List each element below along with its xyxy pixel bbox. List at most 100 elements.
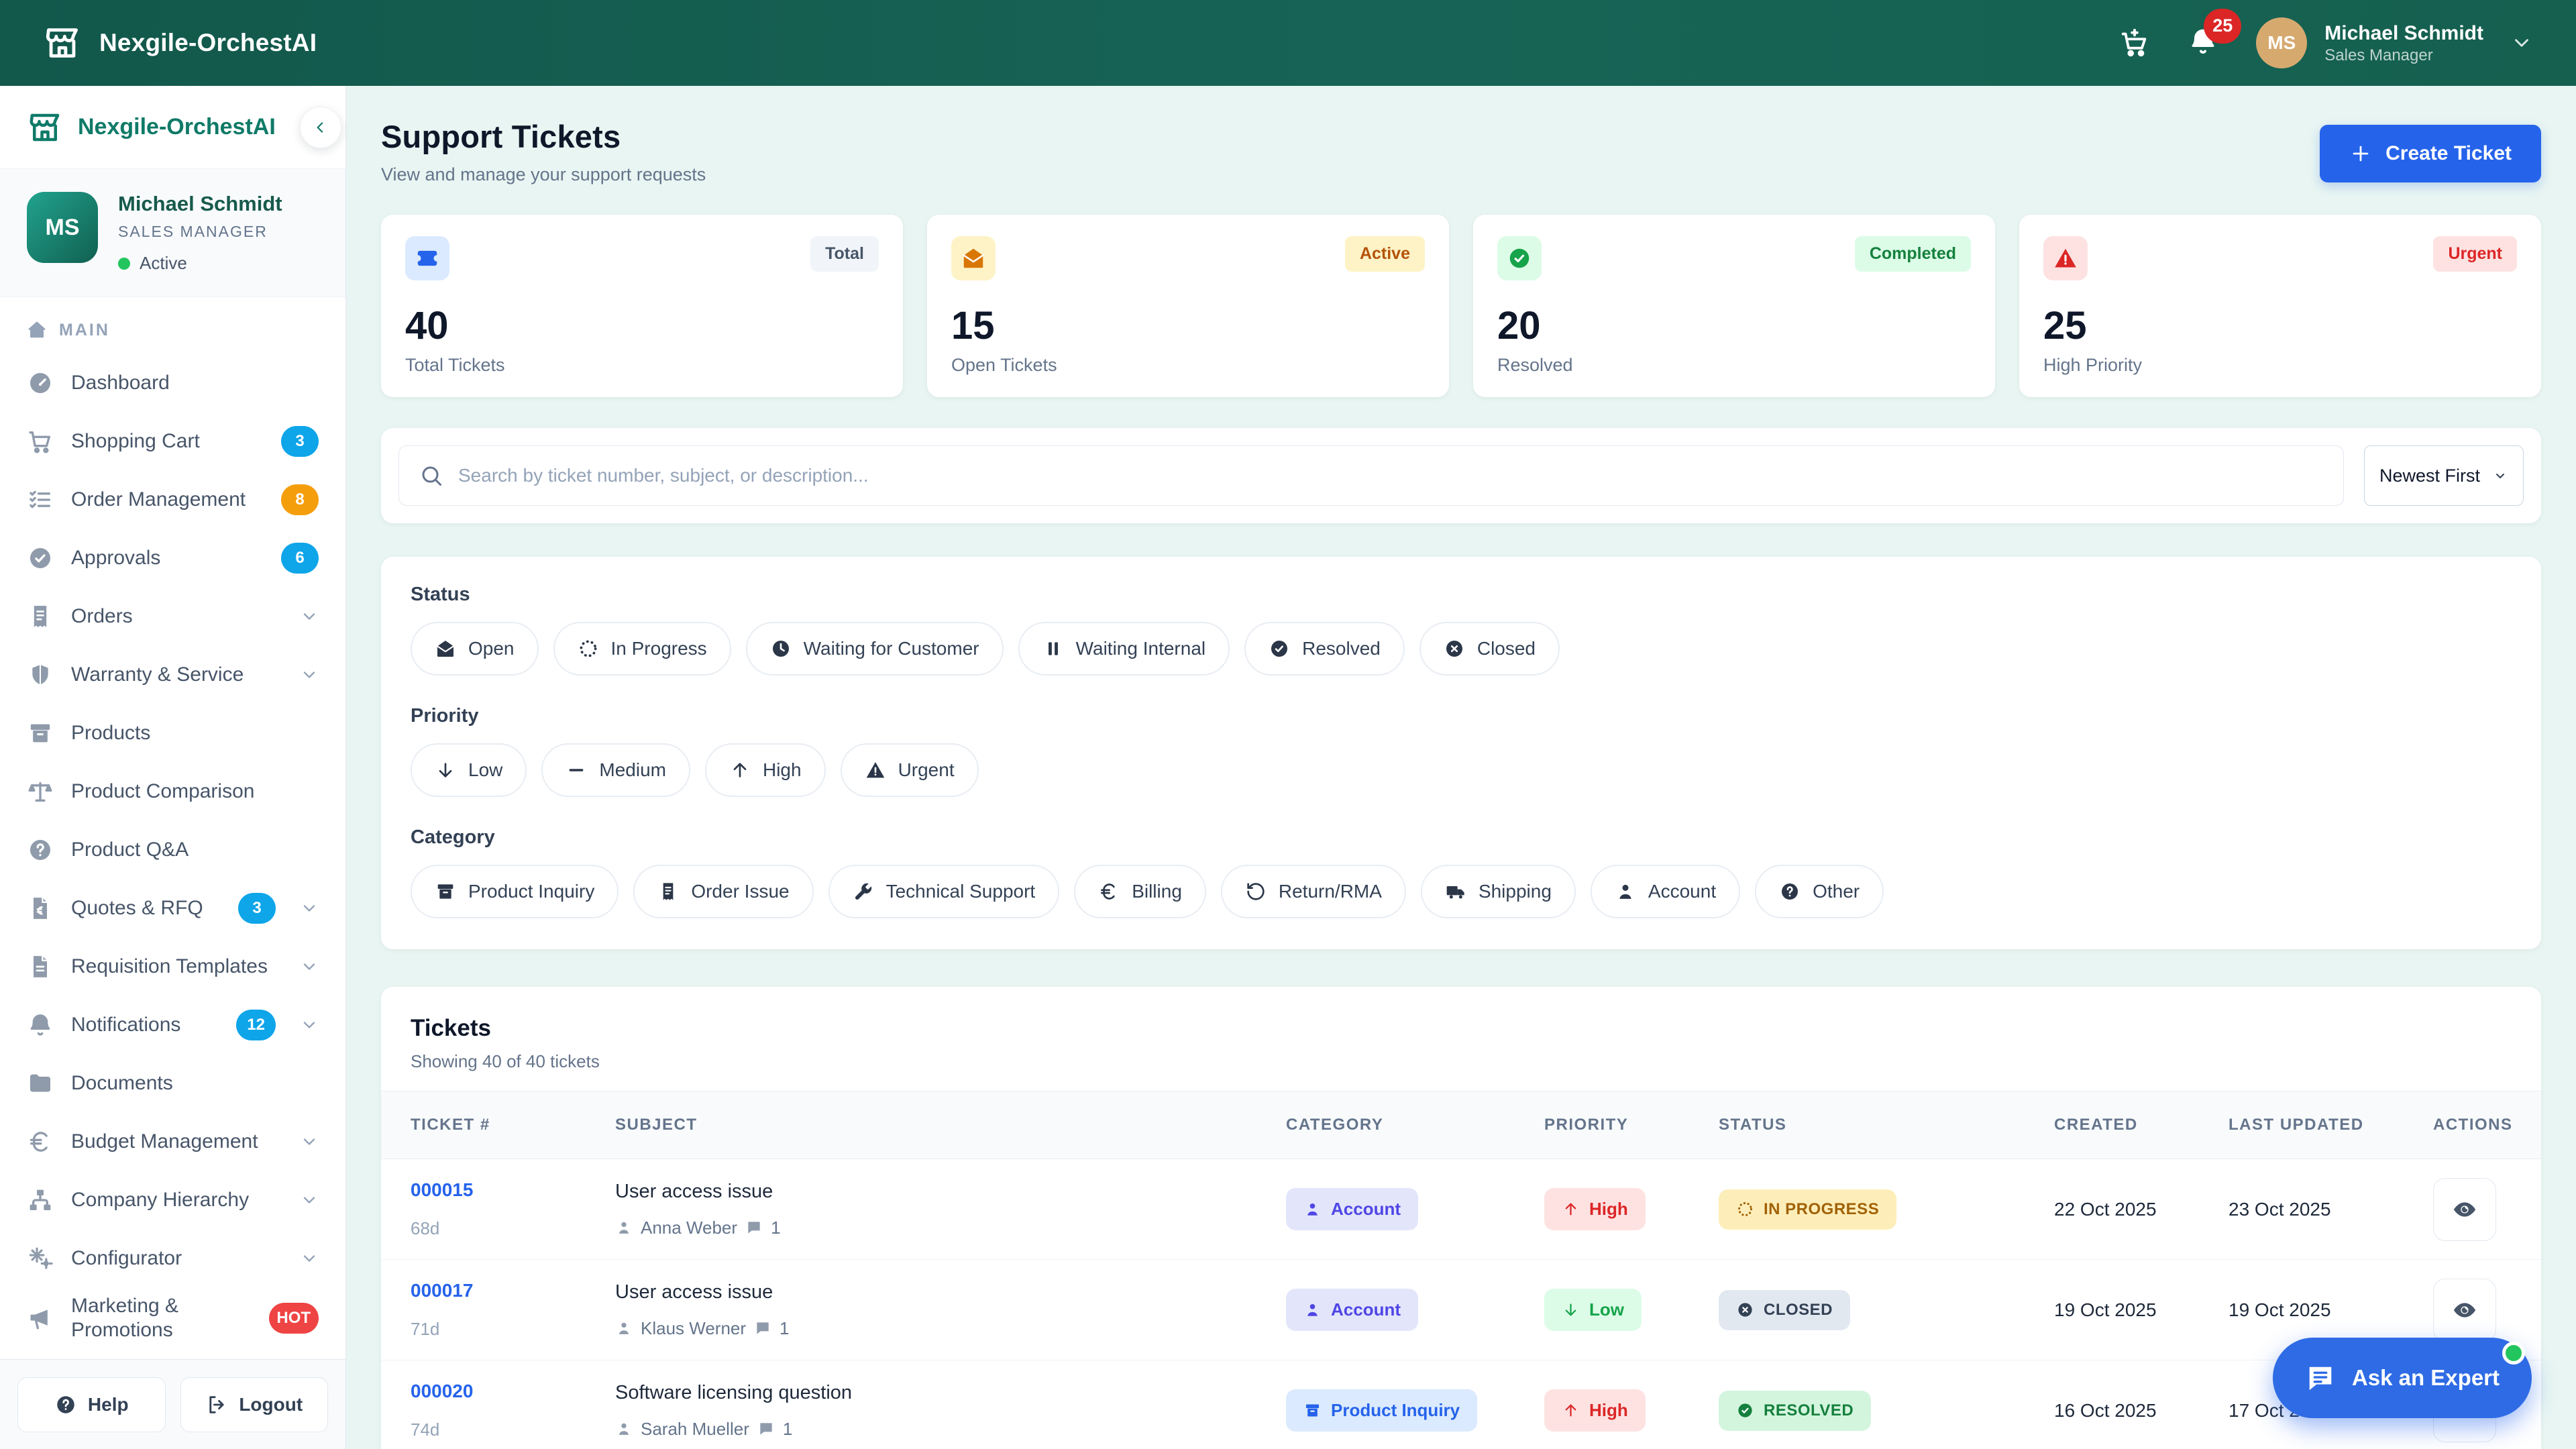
column-header-status: STATUS: [1719, 1116, 1787, 1134]
sidebar-item-product-q-a[interactable]: Product Q&A: [8, 820, 337, 879]
euro-icon: [27, 1128, 54, 1155]
category-chip-account[interactable]: Account: [1590, 865, 1741, 918]
status-chip-open[interactable]: Open: [411, 622, 539, 676]
app-title: Nexgile-OrchestAI: [99, 29, 317, 56]
category-chip-billing[interactable]: Billing: [1074, 865, 1206, 918]
sidebar-item-shopping-cart[interactable]: Shopping Cart 3: [8, 412, 337, 470]
logout-button[interactable]: Logout: [180, 1377, 328, 1432]
priority-chip-urgent[interactable]: Urgent: [840, 743, 979, 797]
status-chip-resolved[interactable]: Resolved: [1244, 622, 1405, 676]
category-chip-technical-support[interactable]: Technical Support: [828, 865, 1060, 918]
cart-plus-icon[interactable]: [2119, 28, 2150, 58]
stat-label: Total Tickets: [405, 355, 505, 375]
status-chip-waiting-internal[interactable]: Waiting Internal: [1018, 622, 1230, 676]
priority-chip-medium[interactable]: Medium: [541, 743, 690, 797]
sidebar-item-dashboard[interactable]: Dashboard: [8, 354, 337, 412]
file-icon: [27, 953, 54, 980]
check-circle-icon: [27, 545, 54, 572]
help-button[interactable]: Help: [17, 1377, 166, 1432]
status-chip-closed[interactable]: Closed: [1419, 622, 1560, 676]
cart-icon: [27, 428, 54, 455]
chevron-down-icon: [2492, 468, 2508, 484]
create-ticket-button[interactable]: Create Ticket: [2320, 125, 2541, 182]
sidebar-item-documents[interactable]: Documents: [8, 1054, 337, 1112]
view-ticket-button[interactable]: [2433, 1177, 2496, 1241]
stat-badge: Total: [810, 236, 879, 272]
status-chip-in-progress[interactable]: In Progress: [553, 622, 731, 676]
chip-label: In Progress: [610, 638, 707, 659]
sidebar-item-label: Products: [71, 721, 151, 744]
dashboard-icon: [27, 370, 54, 396]
person-icon: [615, 1219, 633, 1236]
status-badge: RESOLVED: [1719, 1390, 1872, 1431]
box-icon: [27, 720, 54, 747]
ticket-age: 68d: [411, 1218, 440, 1238]
search-icon: [419, 464, 443, 488]
priority-badge: High: [1544, 1188, 1646, 1230]
search-input[interactable]: [458, 465, 2323, 486]
count-badge: HOT: [268, 1303, 319, 1334]
sidebar-item-budget-management[interactable]: Budget Management: [8, 1112, 337, 1171]
user-menu[interactable]: MS Michael Schmidt Sales Manager: [2256, 17, 2533, 68]
status-chip-row: Open In Progress Waiting for Customer Waiti…: [411, 622, 2512, 676]
mail-open-icon: [961, 246, 986, 271]
sidebar-item-label: Marketing & Promotions: [71, 1295, 179, 1341]
ticket-meta: Sarah Mueller 1: [615, 1419, 1286, 1440]
filters-card: Status Open In Progress Waiting for Custom…: [381, 557, 2541, 949]
sidebar-item-label: Budget Management: [71, 1130, 258, 1152]
sidebar-item-order-management[interactable]: Order Management 8: [8, 470, 337, 529]
sidebar-item-approvals[interactable]: Approvals 6: [8, 529, 337, 587]
priority-chip-high[interactable]: High: [704, 743, 826, 797]
table-header-row: TICKET # SUBJECT CATEGORY PRIORITY STATUS CRE…: [381, 1091, 2541, 1159]
sidebar-item-products[interactable]: Products: [8, 704, 337, 762]
priority-badge: Low: [1544, 1289, 1642, 1331]
ticket-number-link[interactable]: 000015: [411, 1179, 615, 1201]
sidebar-item-product-comparison[interactable]: Product Comparison: [8, 762, 337, 820]
ask-expert-button[interactable]: Ask an Expert: [2272, 1338, 2532, 1418]
chip-label: Waiting for Customer: [803, 638, 979, 659]
sidebar-item-marketing-promotions[interactable]: Marketing & Promotions HOT: [8, 1287, 337, 1349]
priority-chip-low[interactable]: Low: [411, 743, 527, 797]
status-chip-waiting-for-customer[interactable]: Waiting for Customer: [745, 622, 1004, 676]
sidebar-item-notifications[interactable]: Notifications 12: [8, 996, 337, 1054]
sidebar-item-configurator[interactable]: Configurator: [8, 1229, 337, 1287]
sidebar-item-requisition-templates[interactable]: Requisition Templates: [8, 937, 337, 996]
sidebar-collapse-button[interactable]: [300, 106, 341, 148]
ticket-number-link[interactable]: 000017: [411, 1280, 615, 1301]
x-circle-icon: [1736, 1301, 1754, 1319]
sidebar-item-orders[interactable]: Orders: [8, 587, 337, 645]
sidebar-item-label: Notifications: [71, 1013, 181, 1036]
category-chip-product-inquiry[interactable]: Product Inquiry: [411, 865, 619, 918]
status-badge: IN PROGRESS: [1719, 1189, 1897, 1230]
warning-icon: [2053, 246, 2078, 271]
ticket-subject: Software licensing question: [615, 1381, 853, 1403]
sidebar-user-name: Michael Schmidt: [118, 192, 282, 215]
category-chip-return-rma[interactable]: Return/RMA: [1220, 865, 1406, 918]
sidebar-item-quotes-rfq[interactable]: Quotes & RFQ 3: [8, 879, 337, 937]
sort-select[interactable]: Newest First: [2364, 445, 2524, 506]
count-badge: 3: [281, 425, 319, 457]
scales-icon: [27, 778, 54, 805]
check-circle-icon: [1269, 638, 1290, 659]
truck-icon: [1445, 881, 1466, 902]
stat-card-open-tickets: Active 15 Open Tickets: [927, 215, 1449, 397]
category-chip-other[interactable]: Other: [1755, 865, 1884, 918]
stat-value: 20: [1497, 304, 1541, 347]
ticket-meta: Anna Weber 1: [615, 1218, 1286, 1238]
sidebar-item-company-hierarchy[interactable]: Company Hierarchy: [8, 1171, 337, 1229]
main-content: Support Tickets View and manage your sup…: [346, 86, 2576, 1449]
category-chip-order-issue[interactable]: Order Issue: [633, 865, 814, 918]
chevron-down-icon: [300, 899, 319, 918]
column-header-created: CREATED: [2054, 1116, 2138, 1134]
clock-icon: [770, 638, 792, 659]
view-ticket-button[interactable]: [2433, 1278, 2496, 1342]
table-body: 000015 68d User access issue Anna Weber 1 Acc…: [381, 1159, 2541, 1449]
warning-icon: [865, 759, 886, 781]
ticket-person: Sarah Mueller: [641, 1418, 749, 1439]
category-chip-shipping[interactable]: Shipping: [1420, 865, 1576, 918]
ticket-number-link[interactable]: 000020: [411, 1381, 615, 1402]
stats-row: Total 40 Total Tickets Active 15 Open Tickets…: [381, 215, 2541, 397]
sidebar-item-warranty-service[interactable]: Warranty & Service: [8, 645, 337, 704]
category-chip-row: Product Inquiry Order Issue Technical Supp…: [411, 865, 2512, 918]
count-badge: 3: [238, 892, 276, 924]
